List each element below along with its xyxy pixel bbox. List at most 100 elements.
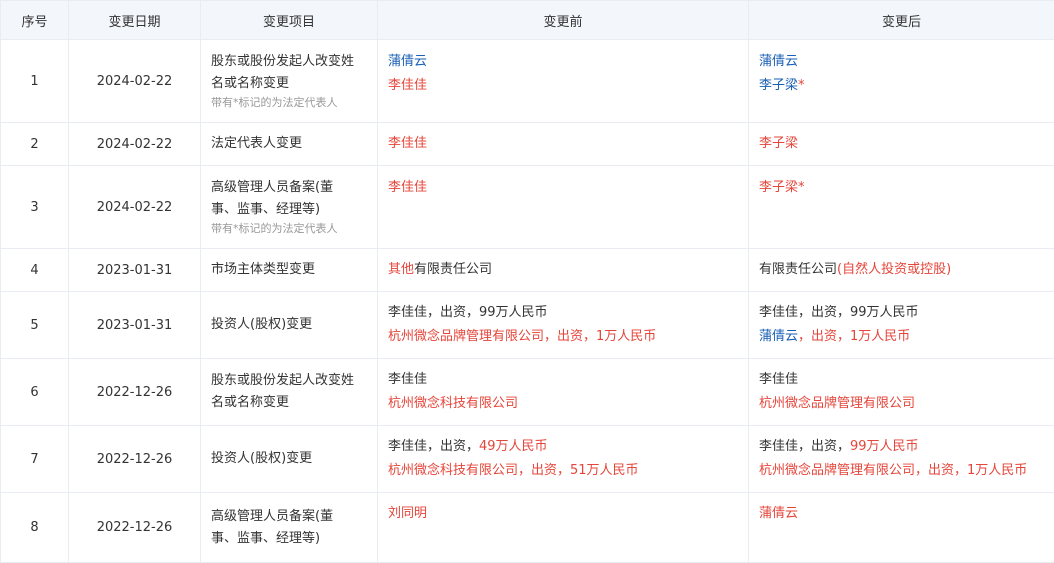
value-highlight: 99万人民币 <box>850 439 919 454</box>
row-after: 李佳佳，出资，99万人民币 蒲倩云，出资，1万人民币 <box>749 292 1054 359</box>
change-record-table: 序号 变更日期 变更项目 变更前 变更后 1 2024-02-22 股东或股份发… <box>0 0 1054 563</box>
row-date: 2024-02-22 <box>69 40 201 123</box>
value-link[interactable]: 蒲倩云 <box>759 329 798 344</box>
row-after: 蒲倩云 李子梁* <box>749 40 1054 123</box>
header-after: 变更后 <box>749 1 1054 40</box>
value-link[interactable]: 杭州微念科技有限公司，出资，51万人民币 <box>388 459 738 483</box>
table-row: 6 2022-12-26 股东或股份发起人改变姓 名或名称变更 李佳佳 杭州微念… <box>1 359 1054 426</box>
legal-rep-mark: * <box>798 78 805 93</box>
row-after: 有限责任公司(自然人投资或控股) <box>749 249 1054 292</box>
table-header-row: 序号 变更日期 变更项目 变更前 变更后 <box>1 1 1054 40</box>
value-link[interactable]: 李子梁* <box>759 176 1044 200</box>
table-row: 3 2024-02-22 高级管理人员备案(董 事、监事、经理等) 带有*标记的… <box>1 166 1054 249</box>
row-item: 股东或股份发起人改变姓 名或名称变更 带有*标记的为法定代表人 <box>201 40 378 123</box>
value-link[interactable]: 李佳佳 <box>388 132 738 156</box>
row-item: 高级管理人员备案(董 事、监事、经理等) <box>201 493 378 563</box>
row-after: 李佳佳 杭州微念品牌管理有限公司 <box>749 359 1054 426</box>
value-link[interactable]: 李子梁 <box>759 78 798 93</box>
row-item: 高级管理人员备案(董 事、监事、经理等) 带有*标记的为法定代表人 <box>201 166 378 249</box>
row-before: 李佳佳，出资，99万人民币 杭州微念品牌管理有限公司，出资，1万人民币 <box>378 292 749 359</box>
value-text: 李佳佳 <box>759 368 1044 392</box>
header-item: 变更项目 <box>201 1 378 40</box>
table-row: 8 2022-12-26 高级管理人员备案(董 事、监事、经理等) 刘同明 蒲倩… <box>1 493 1054 563</box>
value-highlight: (自然人投资或控股) <box>837 262 951 277</box>
row-date: 2022-12-26 <box>69 359 201 426</box>
legal-rep-note: 带有*标记的为法定代表人 <box>211 95 377 111</box>
item-line: 事、监事、经理等) <box>211 528 377 550</box>
row-index: 7 <box>1 426 69 493</box>
row-date: 2022-12-26 <box>69 493 201 563</box>
table-row: 5 2023-01-31 投资人(股权)变更 李佳佳，出资，99万人民币 杭州微… <box>1 292 1054 359</box>
table-row: 4 2023-01-31 市场主体类型变更 其他有限责任公司 有限责任公司(自然… <box>1 249 1054 292</box>
row-index: 8 <box>1 493 69 563</box>
row-index: 2 <box>1 123 69 166</box>
value-text: 有限责任公司 <box>414 262 492 277</box>
value-line: 李佳佳，出资，99万人民币 <box>759 435 1044 459</box>
value-text: 李佳佳，出资，99万人民币 <box>759 301 1044 325</box>
value-link[interactable]: 杭州微念科技有限公司 <box>388 392 738 416</box>
row-index: 6 <box>1 359 69 426</box>
row-before: 蒲倩云 李佳佳 <box>378 40 749 123</box>
value-link[interactable]: 刘同明 <box>388 502 738 526</box>
row-after: 李子梁* <box>749 166 1054 249</box>
row-item: 法定代表人变更 <box>201 123 378 166</box>
row-item: 投资人(股权)变更 <box>201 292 378 359</box>
row-date: 2023-01-31 <box>69 249 201 292</box>
value-line: 李子梁* <box>759 74 1044 98</box>
row-before: 刘同明 <box>378 493 749 563</box>
row-date: 2023-01-31 <box>69 292 201 359</box>
row-index: 1 <box>1 40 69 123</box>
row-before: 其他有限责任公司 <box>378 249 749 292</box>
header-date: 变更日期 <box>69 1 201 40</box>
item-line: 事、监事、经理等) <box>211 199 377 221</box>
row-index: 3 <box>1 166 69 249</box>
row-after: 李子梁 <box>749 123 1054 166</box>
row-before: 李佳佳，出资，49万人民币 杭州微念科技有限公司，出资，51万人民币 <box>378 426 749 493</box>
row-item: 股东或股份发起人改变姓 名或名称变更 <box>201 359 378 426</box>
value-link[interactable]: 蒲倩云 <box>759 50 1044 74</box>
row-date: 2024-02-22 <box>69 123 201 166</box>
value-highlight: 49万人民币 <box>479 439 548 454</box>
table-row: 7 2022-12-26 投资人(股权)变更 李佳佳，出资，49万人民币 杭州微… <box>1 426 1054 493</box>
table-row: 1 2024-02-22 股东或股份发起人改变姓 名或名称变更 带有*标记的为法… <box>1 40 1054 123</box>
row-before: 李佳佳 杭州微念科技有限公司 <box>378 359 749 426</box>
legal-rep-note: 带有*标记的为法定代表人 <box>211 221 377 237</box>
item-line: 名或名称变更 <box>211 392 377 414</box>
row-item: 市场主体类型变更 <box>201 249 378 292</box>
row-after: 李佳佳，出资，99万人民币 杭州微念品牌管理有限公司，出资，1万人民币 <box>749 426 1054 493</box>
value-text: 有限责任公司 <box>759 262 837 277</box>
value-text: 李佳佳，出资， <box>388 439 479 454</box>
row-before: 李佳佳 <box>378 123 749 166</box>
header-index: 序号 <box>1 1 69 40</box>
item-line: 高级管理人员备案(董 <box>211 506 377 528</box>
row-index: 5 <box>1 292 69 359</box>
row-index: 4 <box>1 249 69 292</box>
value-text: 李佳佳 <box>388 368 738 392</box>
value-link[interactable]: 李佳佳 <box>388 74 738 98</box>
row-date: 2024-02-22 <box>69 166 201 249</box>
value-highlight: 其他 <box>388 262 414 277</box>
value-text: 李佳佳，出资， <box>759 439 850 454</box>
item-line: 名或名称变更 <box>211 73 377 95</box>
item-line: 高级管理人员备案(董 <box>211 177 377 199</box>
value-link[interactable]: 杭州微念品牌管理有限公司，出资，1万人民币 <box>759 459 1044 483</box>
value-line: 有限责任公司(自然人投资或控股) <box>759 258 1044 282</box>
value-link[interactable]: 蒲倩云 <box>759 502 1044 526</box>
value-highlight: ，出资，1万人民币 <box>798 329 910 344</box>
value-link[interactable]: 杭州微念品牌管理有限公司，出资，1万人民币 <box>388 325 738 349</box>
item-line: 股东或股份发起人改变姓 <box>211 370 377 392</box>
value-line: 蒲倩云，出资，1万人民币 <box>759 325 1044 349</box>
row-after: 蒲倩云 <box>749 493 1054 563</box>
row-date: 2022-12-26 <box>69 426 201 493</box>
table-row: 2 2024-02-22 法定代表人变更 李佳佳 李子梁 <box>1 123 1054 166</box>
value-line: 李佳佳，出资，49万人民币 <box>388 435 738 459</box>
row-item: 投资人(股权)变更 <box>201 426 378 493</box>
value-link[interactable]: 李佳佳 <box>388 176 738 200</box>
value-link[interactable]: 杭州微念品牌管理有限公司 <box>759 392 1044 416</box>
row-before: 李佳佳 <box>378 166 749 249</box>
value-text: 李佳佳，出资，99万人民币 <box>388 301 738 325</box>
header-before: 变更前 <box>378 1 749 40</box>
item-line: 股东或股份发起人改变姓 <box>211 51 377 73</box>
value-link[interactable]: 李子梁 <box>759 132 1044 156</box>
value-link[interactable]: 蒲倩云 <box>388 50 738 74</box>
